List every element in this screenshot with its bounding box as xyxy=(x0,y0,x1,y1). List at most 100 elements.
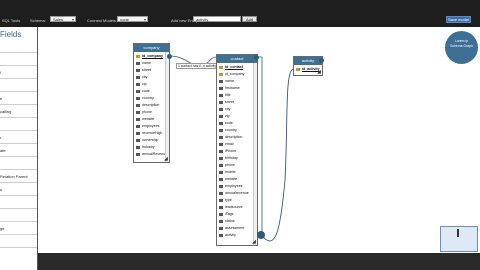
connection-handle[interactable] xyxy=(254,55,259,60)
field-label: iTags xyxy=(225,212,234,216)
table-field[interactable]: birthday xyxy=(219,155,255,162)
activity-table-header[interactable]: activity xyxy=(294,57,322,65)
field-icon xyxy=(136,89,140,93)
field-label: zip xyxy=(142,82,147,86)
table-field[interactable]: mobile xyxy=(219,169,255,176)
field-label: iPhone xyxy=(225,149,237,153)
field-label: activity xyxy=(225,233,236,237)
table-field[interactable]: annualRevenue xyxy=(136,151,167,158)
table-field[interactable]: activity xyxy=(219,232,255,239)
field-icon xyxy=(136,138,140,142)
field-icon xyxy=(219,198,223,202)
table-scrollbar[interactable] xyxy=(253,63,257,245)
field-label: code xyxy=(225,121,233,125)
field-label: id_contact xyxy=(225,65,243,69)
field-icon xyxy=(219,149,223,153)
table-field[interactable]: street xyxy=(219,99,255,106)
table-field[interactable]: id_company xyxy=(219,71,255,78)
contact-table[interactable]: contact id_contact id_company name first… xyxy=(216,54,258,246)
field-icon xyxy=(219,205,223,209)
field-label: employees xyxy=(142,124,160,128)
field-icon xyxy=(219,226,223,230)
field-label: birthday xyxy=(225,156,238,160)
field-icon xyxy=(219,128,223,132)
table-field[interactable]: name xyxy=(136,60,167,67)
field-icon xyxy=(136,82,140,86)
field-label: country xyxy=(225,128,237,132)
table-field[interactable]: employees xyxy=(136,123,167,130)
table-field[interactable]: street xyxy=(136,67,167,74)
field-label: website xyxy=(225,177,238,181)
field-icon xyxy=(219,170,223,174)
table-field[interactable]: country xyxy=(136,95,167,102)
minimap[interactable] xyxy=(440,226,478,252)
table-field[interactable]: id_company xyxy=(136,53,167,60)
table-field[interactable]: description xyxy=(219,134,255,141)
table-field[interactable]: name xyxy=(219,78,255,85)
foreign-key-icon xyxy=(219,72,223,76)
table-field[interactable]: city xyxy=(219,106,255,113)
field-icon xyxy=(136,131,140,135)
connection-handle[interactable] xyxy=(167,54,172,59)
table-field[interactable]: id_contact xyxy=(219,64,255,71)
widget-line-2: Schema Graph xyxy=(450,44,473,48)
table-field[interactable]: phone xyxy=(219,162,255,169)
table-field[interactable]: leadsource xyxy=(219,204,255,211)
resize-handle-icon[interactable]: ◢ xyxy=(317,70,322,75)
table-field[interactable]: iTags xyxy=(219,211,255,218)
resize-handle-icon[interactable]: ◢ xyxy=(164,157,169,162)
table-field[interactable]: type xyxy=(219,197,255,204)
field-icon xyxy=(219,107,223,111)
field-label: ownership xyxy=(142,138,159,142)
table-field[interactable]: city xyxy=(136,74,167,81)
table-field[interactable]: industry xyxy=(136,144,167,151)
field-label: phone xyxy=(142,110,152,114)
key-icon xyxy=(296,67,300,71)
text-cursor-icon xyxy=(457,229,459,237)
table-field[interactable]: status xyxy=(219,218,255,225)
table-field[interactable]: country xyxy=(219,127,255,134)
contact-activity-link[interactable] xyxy=(261,68,294,242)
table-field[interactable]: employees xyxy=(219,183,255,190)
table-field[interactable]: revenueHigh xyxy=(136,130,167,137)
key-icon xyxy=(219,65,223,69)
table-field[interactable]: title xyxy=(219,92,255,99)
field-icon xyxy=(136,124,140,128)
field-label: email xyxy=(225,142,234,146)
table-field[interactable]: zip xyxy=(136,81,167,88)
table-field[interactable]: code xyxy=(219,120,255,127)
table-field[interactable]: description xyxy=(136,102,167,109)
resize-handle-icon[interactable]: ◢ xyxy=(252,240,257,245)
table-field[interactable]: iPhone xyxy=(219,148,255,155)
table-field[interactable]: website xyxy=(219,176,255,183)
company-table-header[interactable]: company xyxy=(134,44,169,52)
table-field[interactable]: assessment xyxy=(219,225,255,232)
table-field[interactable]: code xyxy=(136,88,167,95)
table-field[interactable]: zip xyxy=(219,113,255,120)
field-label: code xyxy=(142,89,150,93)
contact-table-header[interactable]: contact xyxy=(217,55,257,63)
table-field[interactable]: phone xyxy=(136,109,167,116)
field-label: id_company xyxy=(225,72,245,76)
table-field[interactable]: firstname xyxy=(219,85,255,92)
field-label: leadsource xyxy=(225,205,243,209)
field-icon xyxy=(219,100,223,104)
field-icon xyxy=(136,103,140,107)
schema-graph-widget[interactable]: Lorem ip Schema Graph xyxy=(445,31,478,64)
field-label: website xyxy=(142,117,155,121)
field-label: assessment xyxy=(225,226,245,230)
table-scrollbar[interactable] xyxy=(165,52,169,162)
field-label: title xyxy=(225,93,231,97)
field-icon xyxy=(219,184,223,188)
table-field[interactable]: ownership xyxy=(136,137,167,144)
field-label: firstname xyxy=(225,86,240,90)
table-field[interactable]: annualrevenue xyxy=(219,190,255,197)
table-field[interactable]: website xyxy=(136,116,167,123)
connection-handle[interactable] xyxy=(319,58,324,63)
relation-label[interactable]: 1 contact has 0..n activity xyxy=(176,63,219,69)
table-field[interactable]: email xyxy=(219,141,255,148)
company-table[interactable]: company id_company name street city zip … xyxy=(133,43,170,163)
field-icon xyxy=(219,233,223,237)
connection-handle[interactable] xyxy=(257,231,265,239)
field-label: industry xyxy=(142,145,155,149)
